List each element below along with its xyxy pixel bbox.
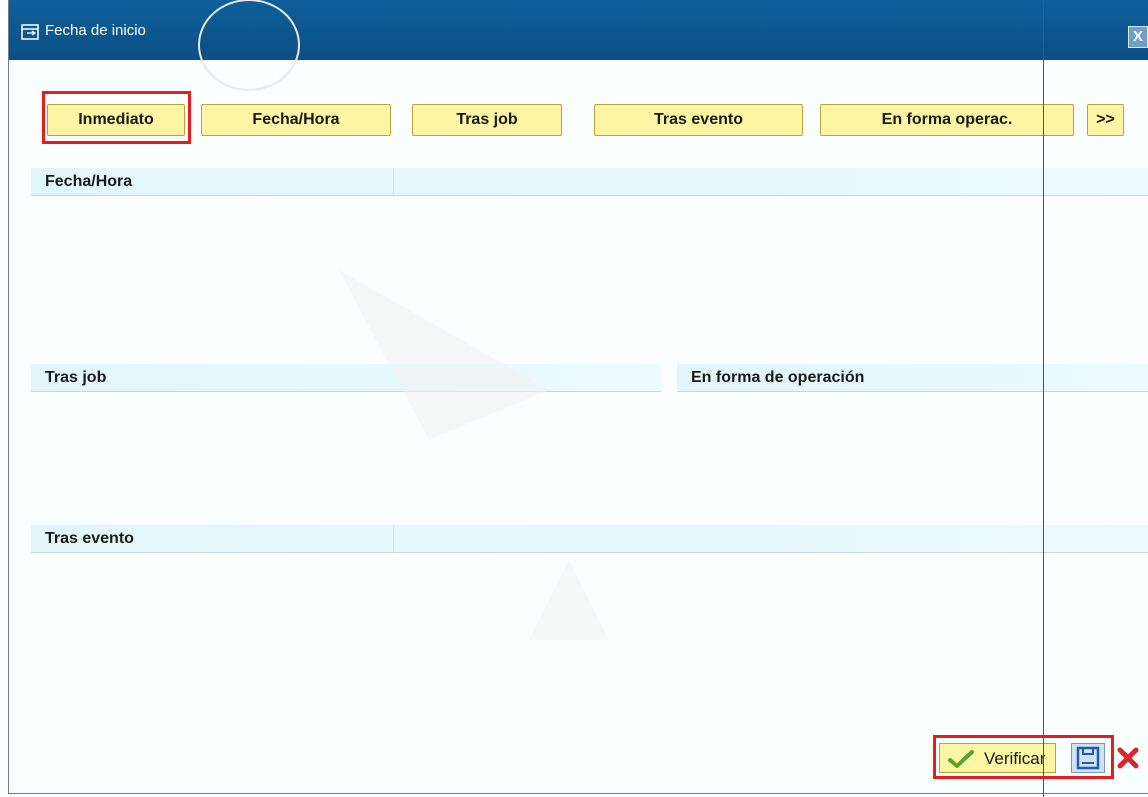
save-button[interactable] [1071, 743, 1105, 773]
tab-label: Fecha/Hora [252, 111, 340, 128]
window-icon [21, 24, 39, 40]
group-fecha-hora: Fecha/Hora [31, 168, 1148, 196]
divider [393, 168, 394, 196]
tab-label: Tras evento [654, 111, 743, 128]
title-bar: Fecha de inicio X [9, 0, 1148, 60]
group-title: En forma de operación [691, 369, 865, 386]
verify-label: Verificar [984, 749, 1046, 768]
group-tras-evento: Tras evento [31, 525, 1148, 553]
group-tras-job: Tras job [31, 364, 661, 392]
tab-label: Inmediato [78, 111, 154, 128]
group-en-forma: En forma de operación [677, 364, 1148, 392]
cancel-icon [1117, 747, 1139, 769]
close-button[interactable]: X [1128, 26, 1148, 48]
dialog-window: Fecha de inicio X Inmediato Fecha/Hora T… [8, 0, 1148, 794]
tab-tras-evento[interactable]: Tras evento [594, 104, 803, 136]
group-title: Fecha/Hora [45, 173, 133, 190]
tab-more[interactable]: >> [1087, 104, 1124, 136]
divider-line [1043, 0, 1044, 797]
tab-en-forma-operac[interactable]: En forma operac. [820, 104, 1074, 136]
divider [393, 525, 394, 553]
tab-tras-job[interactable]: Tras job [412, 104, 562, 136]
close-icon: X [1132, 28, 1143, 45]
tab-inmediato[interactable]: Inmediato [47, 104, 185, 136]
group-title: Tras evento [45, 530, 134, 547]
more-tabs-icon: >> [1096, 111, 1115, 128]
window-title: Fecha de inicio [45, 22, 146, 39]
tab-label: En forma operac. [881, 111, 1013, 128]
checkmark-icon [948, 750, 974, 768]
group-title: Tras job [45, 369, 107, 386]
tab-fecha-hora[interactable]: Fecha/Hora [201, 104, 391, 136]
cancel-button[interactable] [1116, 745, 1140, 771]
tab-label: Tras job [456, 111, 518, 128]
verify-button[interactable]: Verificar [939, 743, 1056, 773]
save-icon [1076, 746, 1100, 770]
